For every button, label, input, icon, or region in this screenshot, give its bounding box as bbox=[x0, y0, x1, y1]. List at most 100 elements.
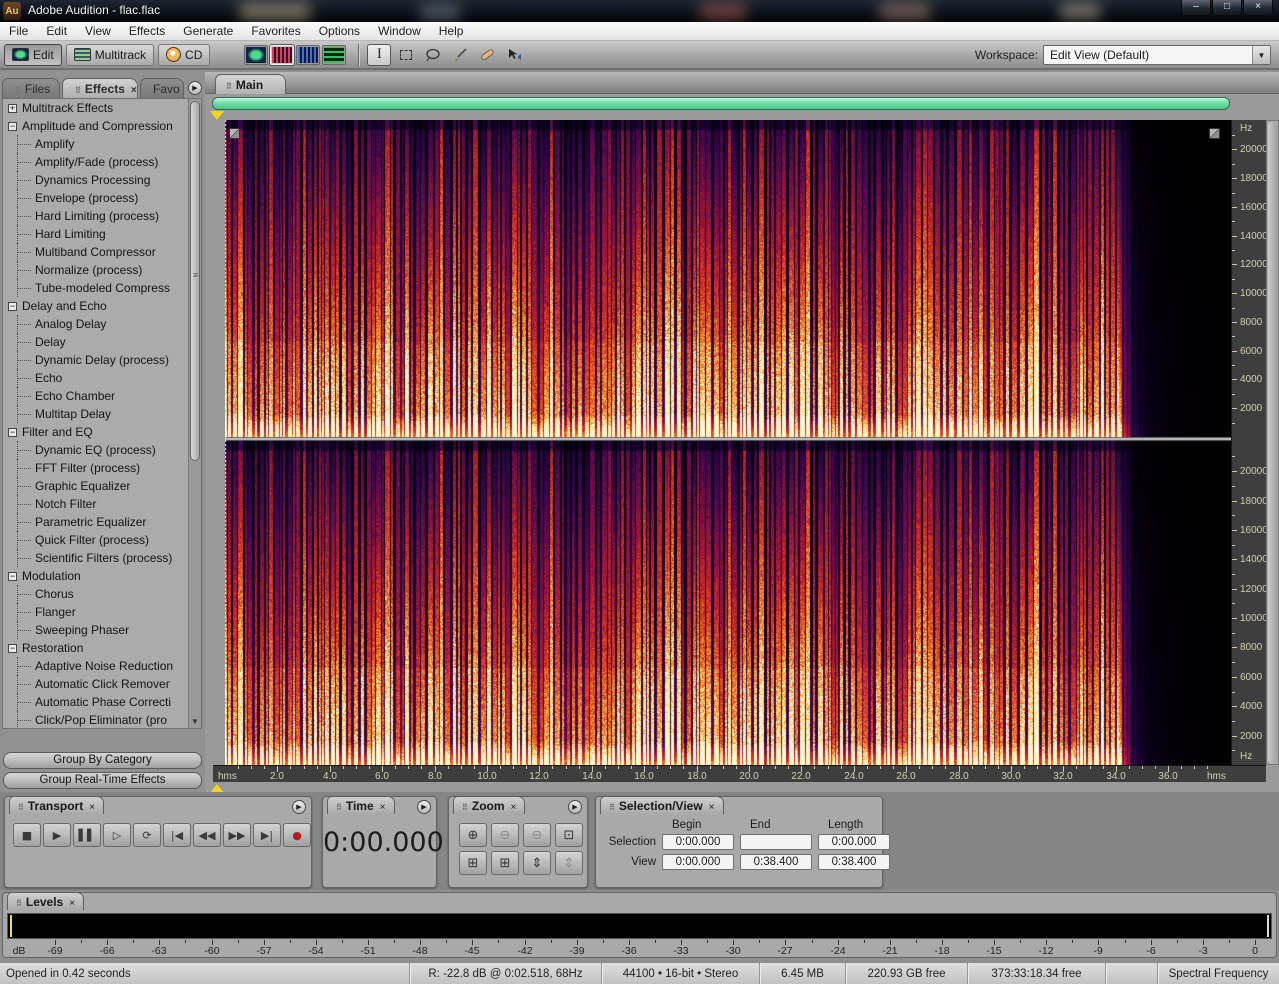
close-icon[interactable]: × bbox=[511, 802, 517, 813]
effects-tree-item[interactable]: Normalize (process) bbox=[3, 261, 201, 279]
spectrogram-canvas[interactable] bbox=[225, 120, 1231, 765]
spectral-frequency-view-button[interactable] bbox=[270, 45, 294, 65]
edit-view-button[interactable]: Edit bbox=[4, 44, 62, 66]
close-icon[interactable]: × bbox=[69, 898, 75, 909]
panel-menu-icon[interactable]: ▶ bbox=[417, 800, 431, 814]
scrollbar-thumb[interactable] bbox=[1268, 122, 1277, 763]
effects-tree-item[interactable]: Quick Filter (process) bbox=[3, 531, 201, 549]
tab-files[interactable]: ⠿Files bbox=[2, 78, 60, 98]
scrub-tool[interactable] bbox=[502, 44, 526, 66]
menu-file[interactable]: File bbox=[0, 23, 37, 39]
zoom-out-full-button[interactable]: ⊖ bbox=[523, 823, 551, 847]
workspace-dropdown[interactable]: Edit View (Default) ▼ bbox=[1043, 45, 1271, 65]
effects-tree-vscrollbar[interactable]: ▼ bbox=[188, 99, 201, 728]
effects-tree-item[interactable]: Flanger bbox=[3, 603, 201, 621]
maximize-button[interactable]: □ bbox=[1212, 0, 1242, 16]
menu-favorites[interactable]: Favorites bbox=[242, 23, 309, 39]
effects-tree-item[interactable]: Dynamics Processing bbox=[3, 171, 201, 189]
effects-tree-category[interactable]: −Modulation bbox=[3, 567, 201, 585]
effects-tree-item[interactable]: Automatic Click Remover bbox=[3, 675, 201, 693]
panel-menu-icon[interactable]: ▶ bbox=[568, 800, 582, 814]
effects-paintbrush-tool[interactable] bbox=[448, 44, 472, 66]
pause-button[interactable]: ▌▌ bbox=[73, 823, 101, 847]
tab-effects[interactable]: ⠿Effects× bbox=[62, 78, 138, 98]
effects-tree-item[interactable]: FFT Filter (process) bbox=[3, 459, 201, 477]
effects-tree-category[interactable]: −Filter and EQ bbox=[3, 423, 201, 441]
effects-tree-item[interactable]: Delay bbox=[3, 333, 201, 351]
effects-tree-item[interactable]: Amplify bbox=[3, 135, 201, 153]
record-button[interactable]: ● bbox=[283, 823, 311, 847]
tree-expander-icon[interactable]: − bbox=[8, 302, 17, 311]
time-ruler[interactable]: 2.04.06.08.010.012.014.016.018.020.022.0… bbox=[213, 765, 1266, 782]
effects-tree-item[interactable]: Multiband Compressor bbox=[3, 243, 201, 261]
effects-tree-category[interactable]: −Delay and Echo bbox=[3, 297, 201, 315]
effects-tree-category[interactable]: +Multitrack Effects bbox=[3, 99, 201, 117]
menu-window[interactable]: Window bbox=[369, 23, 430, 39]
title-bar[interactable]: Au Adobe Audition - flac.flac – □ × bbox=[0, 0, 1279, 22]
zoom-to-selection-button[interactable]: ⊡ bbox=[555, 823, 583, 847]
cd-view-button[interactable]: CD bbox=[158, 44, 210, 66]
rewind-button[interactable]: ◀◀ bbox=[193, 823, 221, 847]
tree-expander-icon[interactable]: − bbox=[8, 428, 17, 437]
effects-tree-item[interactable]: Multitap Delay bbox=[3, 405, 201, 423]
menu-options[interactable]: Options bbox=[310, 23, 369, 39]
effects-tree-item[interactable]: Notch Filter bbox=[3, 495, 201, 513]
play-from-cursor-button[interactable]: ▷ bbox=[103, 823, 131, 847]
effects-tree-item[interactable]: Click/Pop Eliminator (pro bbox=[3, 711, 201, 729]
zoom-in-selection-right-button[interactable]: ⊞ bbox=[491, 851, 519, 875]
effects-tree-item[interactable]: Dynamic Delay (process) bbox=[3, 351, 201, 369]
selection-handle-right-icon[interactable] bbox=[1209, 128, 1220, 139]
close-icon[interactable]: × bbox=[89, 802, 95, 813]
playhead-top-marker[interactable] bbox=[210, 111, 224, 120]
group-by-category-button[interactable]: Group By Category bbox=[3, 752, 202, 769]
zoom-in-horizontally-button[interactable]: ⊕ bbox=[459, 823, 487, 847]
effects-tree-item[interactable]: Automatic Phase Correcti bbox=[3, 693, 201, 711]
vertical-scrollbar[interactable] bbox=[1266, 120, 1279, 765]
multitrack-view-button[interactable]: Multitrack bbox=[66, 44, 154, 66]
menu-generate[interactable]: Generate bbox=[174, 23, 242, 39]
minimize-button[interactable]: – bbox=[1181, 0, 1211, 16]
spectral-pan-view-button[interactable] bbox=[296, 45, 320, 65]
waveform-view-button[interactable] bbox=[244, 45, 268, 65]
time-display[interactable]: 0:00.000 bbox=[323, 827, 436, 858]
close-icon[interactable]: × bbox=[380, 802, 386, 813]
spectral-display[interactable] bbox=[225, 120, 1231, 765]
effects-tree-category[interactable]: −Restoration bbox=[3, 639, 201, 657]
selection-view-panel-tab[interactable]: ⠿Selection/View× bbox=[600, 796, 724, 814]
effects-tree-item[interactable]: Tube-modeled Compress bbox=[3, 279, 201, 297]
menu-view[interactable]: View bbox=[76, 23, 120, 39]
zoom-out-horizontally-button[interactable]: ⊖ bbox=[491, 823, 519, 847]
effects-tree-item[interactable]: Chorus bbox=[3, 585, 201, 603]
tree-expander-icon[interactable]: + bbox=[8, 104, 17, 113]
tab-main[interactable]: ⠿Main bbox=[215, 74, 286, 94]
zoom-in-vertically-button[interactable]: ⇕ bbox=[523, 851, 551, 875]
time-selection-tool[interactable]: I bbox=[367, 44, 391, 66]
play-button[interactable]: ▶ bbox=[43, 823, 71, 847]
effects-tree-item[interactable]: Envelope (process) bbox=[3, 189, 201, 207]
menu-effects[interactable]: Effects bbox=[120, 23, 174, 39]
menu-edit[interactable]: Edit bbox=[37, 23, 76, 39]
spot-healing-brush-tool[interactable] bbox=[475, 44, 499, 66]
effects-tree-item[interactable]: Parametric Equalizer bbox=[3, 513, 201, 531]
go-to-end-button[interactable]: ▶| bbox=[253, 823, 281, 847]
time-panel-tab[interactable]: ⠿Time× bbox=[327, 796, 395, 814]
close-icon[interactable]: × bbox=[709, 802, 715, 813]
transport-panel-tab[interactable]: ⠿Transport× bbox=[9, 796, 104, 814]
effects-tree-item[interactable]: Graphic Equalizer bbox=[3, 477, 201, 495]
view-length-field[interactable]: 0:38.400 bbox=[818, 854, 890, 870]
levels-panel-tab[interactable]: ⠿Levels× bbox=[7, 892, 84, 910]
stop-button[interactable]: ■ bbox=[13, 823, 41, 847]
effects-tree-item[interactable]: Adaptive Noise Reduction bbox=[3, 657, 201, 675]
selection-handle-left-icon[interactable] bbox=[229, 128, 240, 139]
zoom-panel-tab[interactable]: ⠿Zoom× bbox=[453, 796, 525, 814]
effects-tree-item[interactable]: Scientific Filters (process) bbox=[3, 549, 201, 567]
effects-tree-item[interactable]: Amplify/Fade (process) bbox=[3, 153, 201, 171]
zoom-out-vertically-button[interactable]: ⇕ bbox=[555, 851, 583, 875]
go-to-beginning-button[interactable]: |◀ bbox=[163, 823, 191, 847]
close-icon[interactable]: × bbox=[131, 85, 137, 96]
tree-expander-icon[interactable]: − bbox=[8, 122, 17, 131]
marquee-selection-tool[interactable] bbox=[394, 44, 418, 66]
level-meter[interactable] bbox=[7, 913, 1272, 939]
play-looped-button[interactable]: ⟳ bbox=[133, 823, 161, 847]
effects-tree-item[interactable]: Analog Delay bbox=[3, 315, 201, 333]
